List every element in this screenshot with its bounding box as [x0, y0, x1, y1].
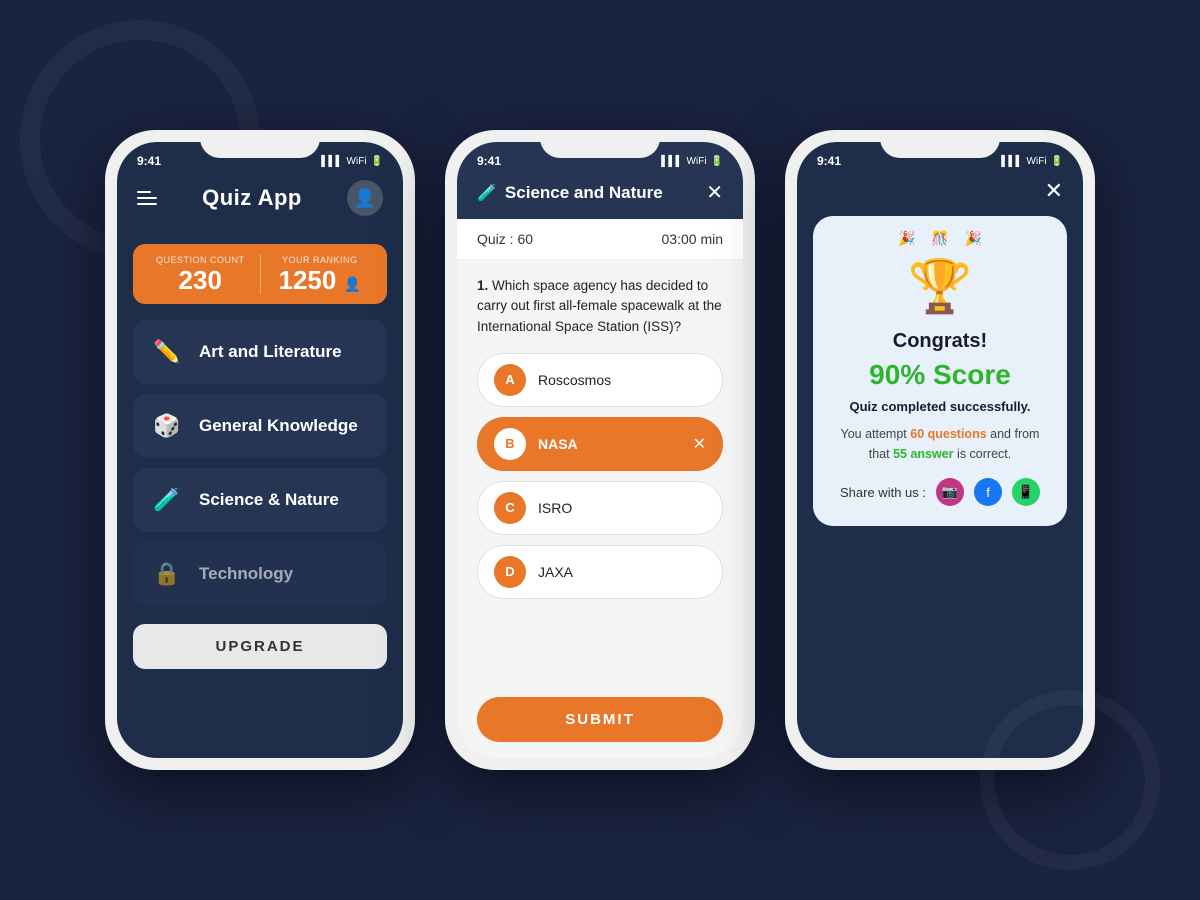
option-b[interactable]: B NASA ✕	[477, 417, 723, 471]
signal-icon-3: ▌▌▌	[1001, 156, 1022, 167]
question-count-label: Question Count	[149, 255, 252, 265]
phone-notch	[200, 130, 320, 158]
category-general[interactable]: 🎲 General Knowledge	[133, 394, 387, 458]
art-icon: ✏️	[149, 334, 185, 370]
battery-icon-2: 🔋	[711, 156, 723, 167]
question-count-value: 230	[149, 267, 252, 293]
phone-notch-3	[880, 130, 1000, 158]
attempt-info: You attempt 60 questions and from that 5…	[833, 424, 1047, 464]
submit-button[interactable]: SUBMIT	[477, 697, 723, 742]
status-time-3: 9:41	[817, 154, 841, 168]
confetti-decoration: 🎉 🎊 🎉	[890, 230, 990, 247]
quiz-number: Quiz : 60	[477, 231, 533, 247]
hamburger-line	[137, 203, 157, 205]
wifi-icon-2: WiFi	[687, 156, 707, 167]
hamburger-menu[interactable]	[137, 191, 157, 205]
option-c-circle: C	[494, 492, 526, 524]
question-number: 1.	[477, 278, 488, 293]
status-time-2: 9:41	[477, 154, 501, 168]
dice-icon: 🎲	[149, 408, 185, 444]
status-time-1: 9:41	[137, 154, 161, 168]
quiz-title-group: 🧪 Science and Nature	[477, 183, 663, 203]
phone-results: 9:41 ▌▌▌ WiFi 🔋 ✕ 🎉 🎊 🎉	[785, 130, 1095, 770]
answer-options: A Roscosmos B NASA ✕ C ISRO D JAXA	[477, 353, 723, 599]
quiz-timer: 03:00 min	[662, 231, 723, 247]
quiz-title-text: Science and Nature	[505, 183, 663, 203]
quiz-body: 1. Which space agency has decided to car…	[457, 260, 743, 681]
status-icons-2: ▌▌▌ WiFi 🔋	[661, 156, 723, 167]
facebook-share-button[interactable]: f	[974, 478, 1002, 506]
lock-icon: 🔒	[149, 556, 185, 592]
option-a-circle: A	[494, 364, 526, 396]
quiz-meta: Quiz : 60 03:00 min	[457, 219, 743, 260]
upgrade-button[interactable]: UPGRADE	[133, 624, 387, 669]
congrats-heading: Congrats!	[893, 330, 987, 353]
wrong-icon: ✕	[693, 434, 706, 454]
option-c-label: ISRO	[538, 500, 572, 516]
app-header: Quiz App 👤	[117, 172, 403, 232]
categories-list: ✏️ Art and Literature 🎲 General Knowledg…	[117, 316, 403, 610]
trophy-icon: 🏆	[890, 256, 990, 317]
stat-divider	[260, 254, 261, 294]
status-icons-1: ▌▌▌ WiFi 🔋	[321, 156, 383, 167]
cat-science-label: Science & Nature	[199, 490, 339, 510]
option-d[interactable]: D JAXA	[477, 545, 723, 599]
stats-bar: Question Count 230 Your Ranking 1250 👤	[133, 244, 387, 304]
facebook-icon: f	[986, 485, 990, 500]
share-label: Share with us :	[840, 485, 926, 500]
result-header: ✕	[797, 172, 1083, 216]
completed-message: Quiz completed successfully.	[849, 399, 1030, 414]
questions-count: 60 questions	[910, 427, 986, 441]
battery-icon: 🔋	[371, 156, 383, 167]
instagram-share-button[interactable]: 📷	[936, 478, 964, 506]
option-a-label: Roscosmos	[538, 372, 611, 388]
option-a[interactable]: A Roscosmos	[477, 353, 723, 407]
phone-notch-2	[540, 130, 660, 158]
quiz-close-button[interactable]: ✕	[706, 180, 723, 205]
category-science[interactable]: 🧪 Science & Nature	[133, 468, 387, 532]
cat-tech-label: Technology	[199, 564, 293, 584]
quiz-header: 🧪 Science and Nature ✕	[457, 172, 743, 219]
option-c[interactable]: C ISRO	[477, 481, 723, 535]
ranking-value: 1250 👤	[269, 267, 372, 293]
wifi-icon: WiFi	[347, 156, 367, 167]
option-b-label: NASA	[538, 436, 578, 452]
category-tech: 🔒 Technology	[133, 542, 387, 606]
app-title: Quiz App	[202, 185, 302, 211]
battery-icon-3: 🔋	[1051, 156, 1063, 167]
option-d-circle: D	[494, 556, 526, 588]
question-content: Which space agency has decided to carry …	[477, 278, 722, 334]
phone-main-menu: 9:41 ▌▌▌ WiFi 🔋 Quiz App 👤	[105, 130, 415, 770]
question-count-stat: Question Count 230	[149, 255, 252, 293]
signal-icon-2: ▌▌▌	[661, 156, 682, 167]
option-b-circle: B	[494, 428, 526, 460]
category-art[interactable]: ✏️ Art and Literature	[133, 320, 387, 384]
ranking-icon: 👤	[344, 276, 361, 292]
option-d-label: JAXA	[538, 564, 573, 580]
trophy-container: 🎉 🎊 🎉 🏆	[890, 240, 990, 320]
score-display: 90% Score	[869, 359, 1011, 391]
signal-icon: ▌▌▌	[321, 156, 342, 167]
avatar[interactable]: 👤	[347, 180, 383, 216]
whatsapp-share-button[interactable]: 📱	[1012, 478, 1040, 506]
status-icons-3: ▌▌▌ WiFi 🔋	[1001, 156, 1063, 167]
result-close-button[interactable]: ✕	[1045, 178, 1063, 204]
ranking-label: Your Ranking	[269, 255, 372, 265]
share-section: Share with us : 📷 f 📱	[840, 478, 1040, 506]
correct-count: 55 answer	[893, 447, 953, 461]
hamburger-line	[137, 197, 157, 199]
avatar-icon: 👤	[354, 188, 376, 209]
instagram-icon: 📷	[942, 484, 958, 500]
question-text: 1. Which space agency has decided to car…	[477, 276, 723, 337]
ranking-stat: Your Ranking 1250 👤	[269, 255, 372, 293]
whatsapp-icon: 📱	[1018, 484, 1034, 500]
hamburger-line	[137, 191, 151, 193]
cat-general-label: General Knowledge	[199, 416, 358, 436]
flask-icon: 🧪	[149, 482, 185, 518]
wifi-icon-3: WiFi	[1027, 156, 1047, 167]
phone-quiz: 9:41 ▌▌▌ WiFi 🔋 🧪 Science and Nature ✕ Q…	[445, 130, 755, 770]
quiz-header-icon: 🧪	[477, 183, 497, 203]
cat-art-label: Art and Literature	[199, 342, 342, 362]
result-card: 🎉 🎊 🎉 🏆 Congrats! 90% Score Quiz complet…	[813, 216, 1067, 526]
